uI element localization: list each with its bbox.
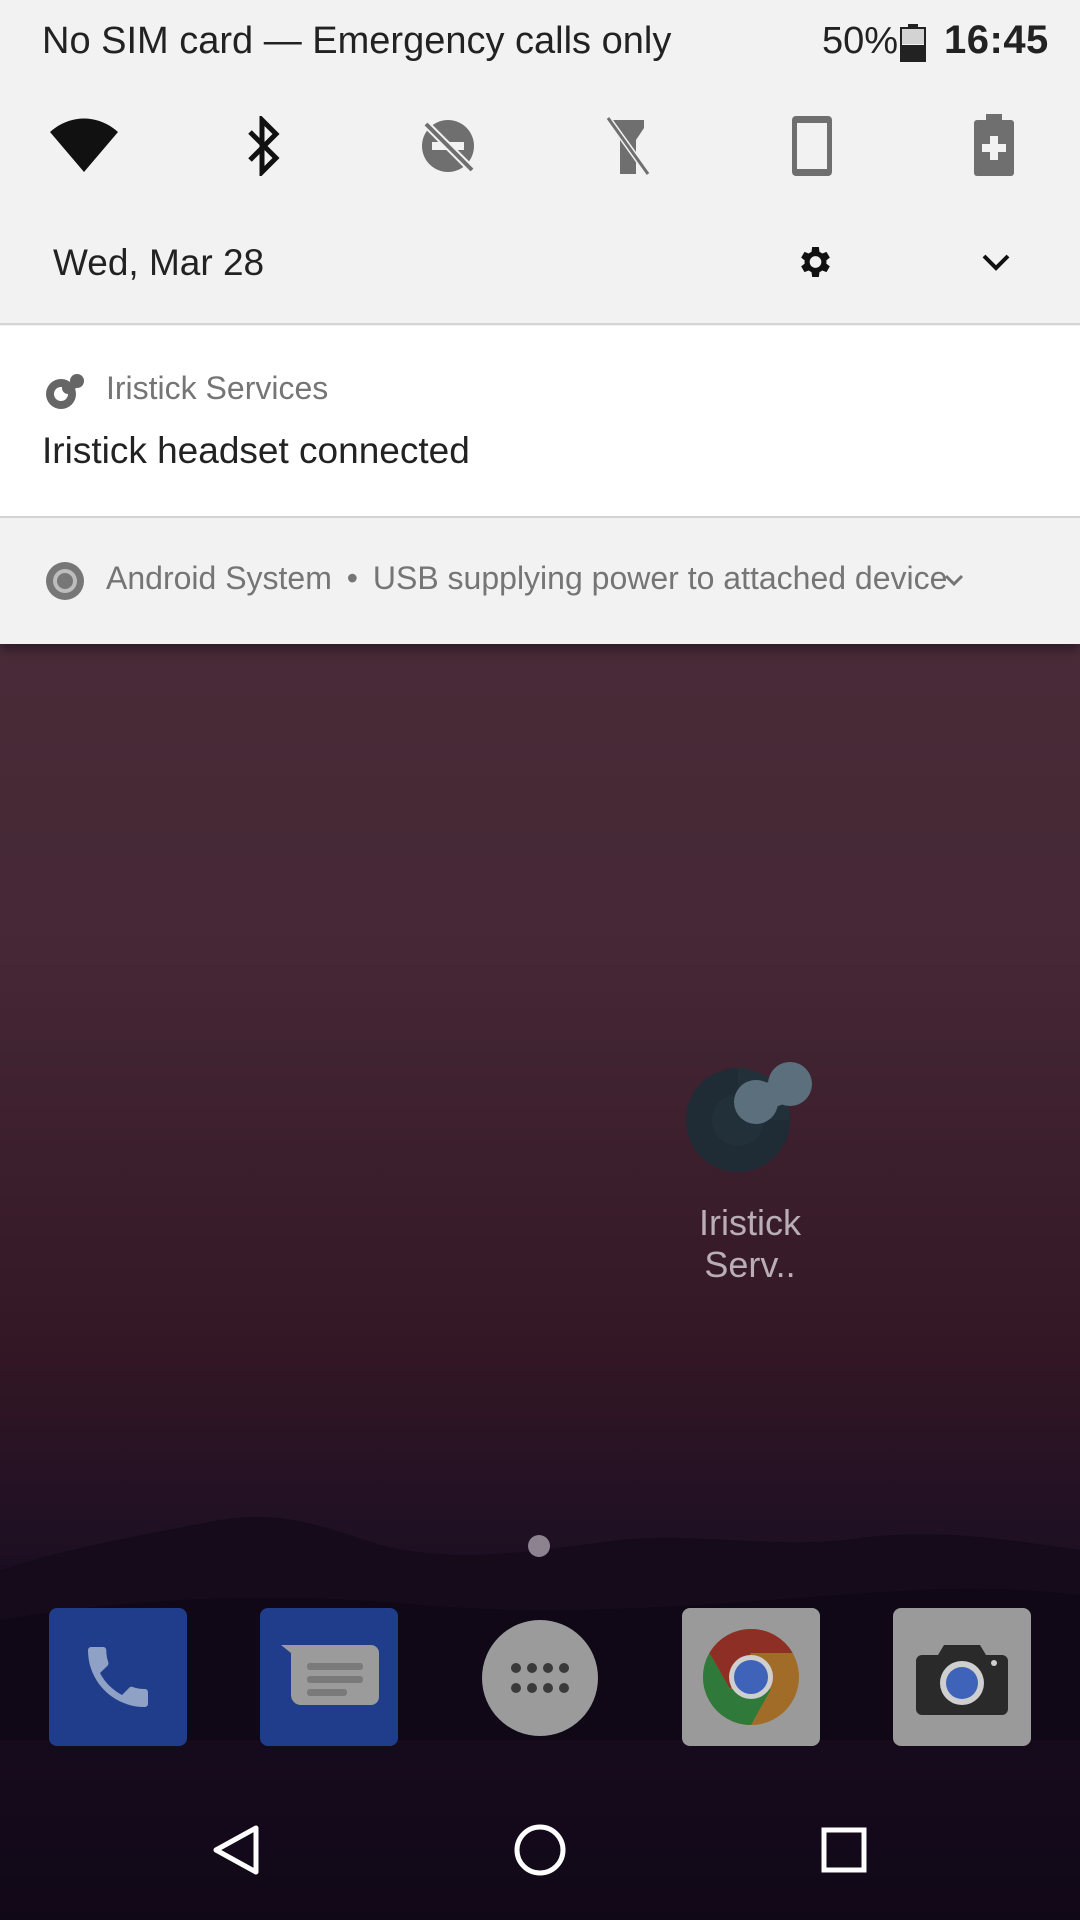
camera-app-button[interactable] xyxy=(893,1608,1031,1746)
iristick-services-shortcut[interactable]: Iristick Serv.. xyxy=(660,1030,840,1285)
carrier-status: No SIM card — Emergency calls only xyxy=(42,20,672,62)
recents-square-icon xyxy=(821,1827,867,1873)
bluetooth-icon xyxy=(248,116,280,176)
qs-tile-battery-saver[interactable] xyxy=(948,100,1040,192)
home-circle-icon xyxy=(514,1824,566,1876)
qs-tile-wifi[interactable] xyxy=(38,100,130,192)
battery-saver-icon xyxy=(974,114,1014,176)
chevron-down-icon xyxy=(982,254,1010,271)
settings-button[interactable] xyxy=(786,234,842,290)
shade-header: Wed, Mar 28 xyxy=(0,228,1080,298)
clock: 16:45 xyxy=(944,18,1049,62)
messages-icon xyxy=(281,1645,379,1705)
qs-tile-auto-rotate[interactable] xyxy=(766,100,858,192)
dnd-off-icon xyxy=(422,120,475,173)
qs-tile-flashlight[interactable] xyxy=(582,100,674,192)
gear-icon xyxy=(801,247,830,277)
qs-tile-bluetooth[interactable] xyxy=(218,100,310,192)
header-divider xyxy=(0,323,1080,325)
battery-percentage: 50% xyxy=(822,20,899,62)
notification-summary: Android System • USB supplying power to … xyxy=(106,560,947,597)
notification-text: USB supplying power to attached device xyxy=(372,560,948,596)
chrome-icon xyxy=(702,1629,799,1725)
qs-tile-do-not-disturb[interactable] xyxy=(402,100,494,192)
iristick-logo-icon xyxy=(686,1062,812,1172)
separator-dot: • xyxy=(346,560,358,596)
chrome-app-button[interactable] xyxy=(682,1608,820,1746)
battery-icon xyxy=(900,24,926,62)
status-bar: No SIM card — Emergency calls only 50% 1… xyxy=(0,0,1080,86)
shortcut-label: Iristick Serv.. xyxy=(699,1202,801,1285)
iristick-icon xyxy=(46,374,84,409)
phone-icon xyxy=(88,1647,148,1707)
quick-settings-row xyxy=(0,100,1080,192)
expand-notification-icon[interactable] xyxy=(940,566,968,594)
expand-quick-settings-button[interactable] xyxy=(970,234,1022,290)
phone-app-button[interactable] xyxy=(49,1608,187,1746)
android-system-icon xyxy=(46,562,84,600)
back-icon xyxy=(213,1825,259,1875)
notification-android-system[interactable]: Android System • USB supplying power to … xyxy=(0,518,1080,644)
navigation-bar xyxy=(0,1780,1080,1920)
notification-app-name: Android System xyxy=(106,560,332,596)
notification-iristick[interactable]: Iristick Services Iristick headset conne… xyxy=(0,326,1080,516)
home-button[interactable] xyxy=(504,1814,576,1886)
phone-portrait-icon xyxy=(792,116,832,176)
wifi-icon xyxy=(50,118,118,172)
messages-app-button[interactable] xyxy=(260,1608,398,1746)
date-label: Wed, Mar 28 xyxy=(53,242,265,283)
notification-shade: No SIM card — Emergency calls only 50% 1… xyxy=(0,0,1080,644)
recents-button[interactable] xyxy=(808,1814,880,1886)
notification-title: Iristick headset connected xyxy=(42,430,470,471)
flashlight-off-icon xyxy=(605,116,651,176)
app-drawer-icon xyxy=(511,1663,569,1693)
app-drawer-button[interactable] xyxy=(482,1620,598,1736)
page-indicator xyxy=(528,1535,550,1557)
notification-app-name: Iristick Services xyxy=(106,370,329,406)
back-button[interactable] xyxy=(200,1814,272,1886)
camera-icon xyxy=(916,1645,1008,1715)
